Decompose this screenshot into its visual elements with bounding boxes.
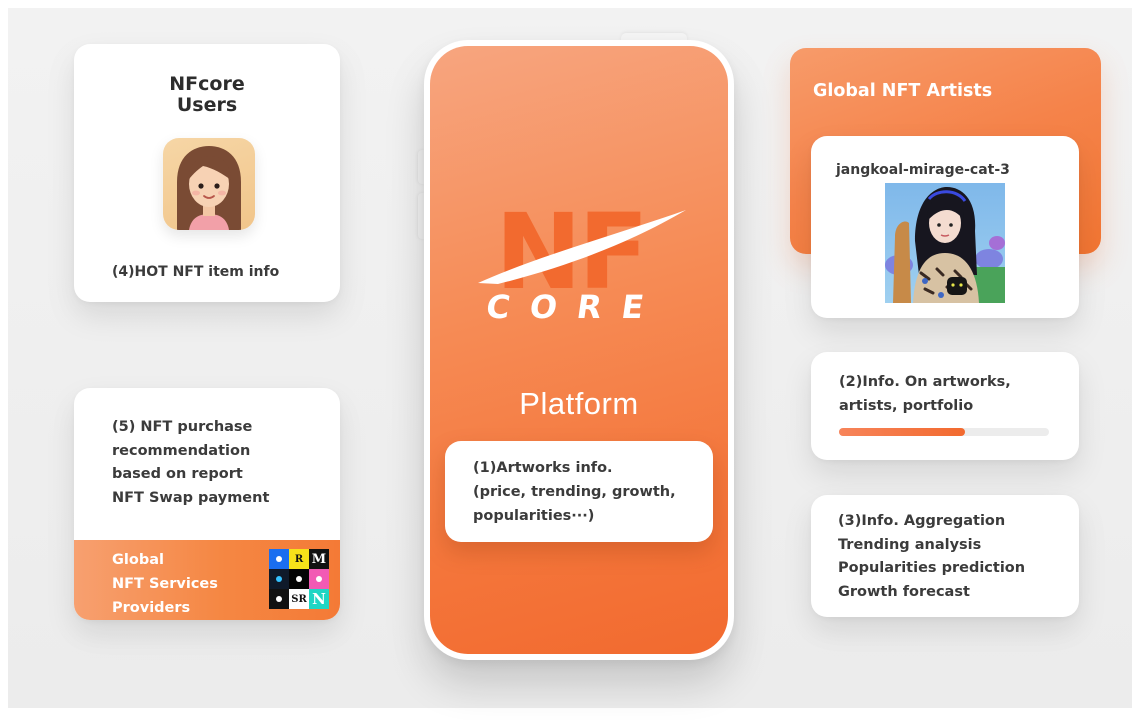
info-progress-bar <box>839 428 1049 436</box>
artwork-card: jangkoal-mirage-cat-3 <box>811 136 1079 318</box>
artworks-line: (1)Artworks info. <box>473 460 613 476</box>
logo-core-text: CORE <box>484 288 666 326</box>
users-title-line1: NFcore <box>169 73 245 95</box>
aggregation-info-card: (3)Info. Aggregation Trending analysis P… <box>811 495 1079 617</box>
purchase-line: NFT Swap payment <box>112 489 270 506</box>
info3-line: (3)Info. Aggregation <box>838 513 1006 529</box>
provider-logo-icon: R <box>289 549 309 569</box>
artwork-name: jangkoal-mirage-cat-3 <box>836 162 1010 178</box>
provider-logo-icon <box>269 549 289 569</box>
provider-logo-mark <box>296 576 302 582</box>
user-avatar-icon <box>163 138 255 230</box>
provider-logo-icon: N <box>309 589 329 609</box>
provider-logo-icon <box>269 589 289 609</box>
nft-purchase-card: (5) NFT purchase recommendation based on… <box>74 388 340 620</box>
provider-logo-icon <box>309 569 329 589</box>
artists-title: Global NFT Artists <box>813 81 993 101</box>
purchase-line: recommendation <box>112 442 251 459</box>
purchase-line: based on report <box>112 466 243 482</box>
info3-line: Trending analysis <box>838 536 982 553</box>
hot-nft-item-label: (4)HOT NFT item info <box>112 264 280 280</box>
artworks-line: (price, trending, growth, <box>473 484 676 500</box>
artwork-image <box>885 183 1005 303</box>
artworks-info-card: (1)Artworks info. (price, trending, grow… <box>445 441 713 542</box>
providers-line: Global <box>112 552 164 568</box>
phone-mockup: NF CORE Platform (1)Artworks info. (pric… <box>424 40 734 660</box>
provider-logo-grid: R M SR N <box>269 549 329 609</box>
provider-logo-icon: M <box>309 549 329 569</box>
info2-line: artists, portfolio <box>839 398 974 414</box>
provider-logo-icon <box>269 569 289 589</box>
providers-line: Providers <box>112 600 191 616</box>
purchase-line: (5) NFT purchase <box>112 419 253 435</box>
info2-description: (2)Info. On artworks, artists, portfolio <box>839 370 1011 418</box>
provider-logo-icon <box>289 569 309 589</box>
artworks-artists-info-card: (2)Info. On artworks, artists, portfolio <box>811 352 1079 460</box>
info3-description: (3)Info. Aggregation Trending analysis P… <box>838 510 1025 604</box>
provider-logo-mark <box>316 576 322 582</box>
info3-line: Popularities prediction <box>838 560 1026 576</box>
provider-logo-mark <box>276 576 282 582</box>
nfcore-logo-icon: NF CORE <box>478 191 686 326</box>
users-title-line2: Users <box>176 94 238 116</box>
users-card-title: NFcore Users <box>74 74 340 116</box>
global-providers-band: Global NFT Services Providers R M SR N <box>74 540 340 620</box>
info2-line: (2)Info. On artworks, <box>839 374 1011 390</box>
phone-screen: NF CORE Platform (1)Artworks info. (pric… <box>430 46 728 654</box>
info3-line: Growth forecast <box>838 583 970 600</box>
purchase-description: (5) NFT purchase recommendation based on… <box>112 416 269 510</box>
artworks-description: (1)Artworks info. (price, trending, grow… <box>473 456 676 528</box>
artworks-line: popularities···) <box>473 508 595 524</box>
platform-label: Platform <box>519 386 639 421</box>
providers-label: Global NFT Services Providers <box>112 548 218 620</box>
info-progress-fill <box>839 428 965 436</box>
provider-logo-icon: SR <box>289 589 309 609</box>
provider-logo-mark <box>276 596 282 602</box>
providers-line: NFT Services <box>112 576 218 592</box>
nfcore-users-card: NFcore Users (4)HOT NFT item info <box>74 44 340 302</box>
provider-logo-mark <box>276 556 282 562</box>
